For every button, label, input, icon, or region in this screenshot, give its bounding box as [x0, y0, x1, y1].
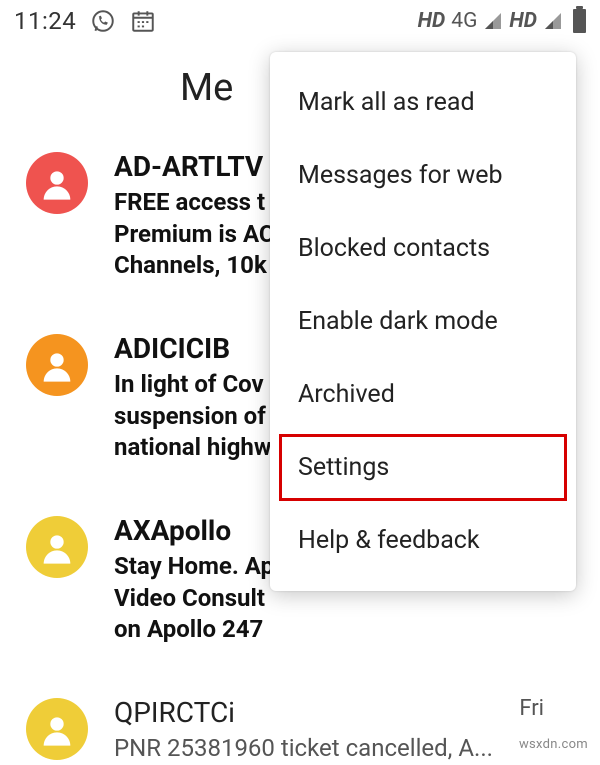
network-4g: 4G: [451, 9, 477, 33]
network-hd-2: HD: [509, 9, 537, 33]
menu-item-blocked-contacts[interactable]: Blocked contacts: [270, 212, 576, 285]
person-icon: [37, 527, 77, 567]
status-bar: 11:24 HD 4G HD: [0, 0, 600, 42]
overflow-menu: Mark all as read Messages for web Blocke…: [270, 52, 576, 591]
menu-item-help-feedback[interactable]: Help & feedback: [270, 504, 576, 577]
conversation-row[interactable]: QPIRCTCi PNR 25381960 ticket cancelled, …: [26, 696, 574, 765]
menu-item-enable-dark-mode[interactable]: Enable dark mode: [270, 285, 576, 358]
network-hd-1: HD: [418, 9, 446, 33]
person-icon: [37, 709, 77, 749]
avatar: [26, 334, 88, 396]
menu-item-archived[interactable]: Archived: [270, 358, 576, 431]
menu-item-mark-all-read[interactable]: Mark all as read: [270, 66, 576, 139]
person-icon: [37, 163, 77, 203]
whatsapp-icon: [90, 8, 116, 34]
menu-item-messages-for-web[interactable]: Messages for web: [270, 139, 576, 212]
battery-icon: [573, 9, 586, 33]
status-clock: 11:24: [14, 7, 76, 35]
menu-item-settings[interactable]: Settings: [276, 431, 570, 504]
conversation-date: Fri: [519, 696, 544, 721]
calendar-icon: [130, 8, 156, 34]
watermark: wsxdn.com: [519, 737, 588, 752]
avatar: [26, 698, 88, 760]
avatar: [26, 516, 88, 578]
avatar: [26, 152, 88, 214]
conversation-snippet: PNR 25381960 ticket cancelled, A...: [114, 733, 534, 765]
signal-icon-1: [483, 11, 503, 31]
person-icon: [37, 345, 77, 385]
signal-icon-2: [543, 11, 563, 31]
conversation-sender: QPIRCTCi: [114, 696, 574, 729]
